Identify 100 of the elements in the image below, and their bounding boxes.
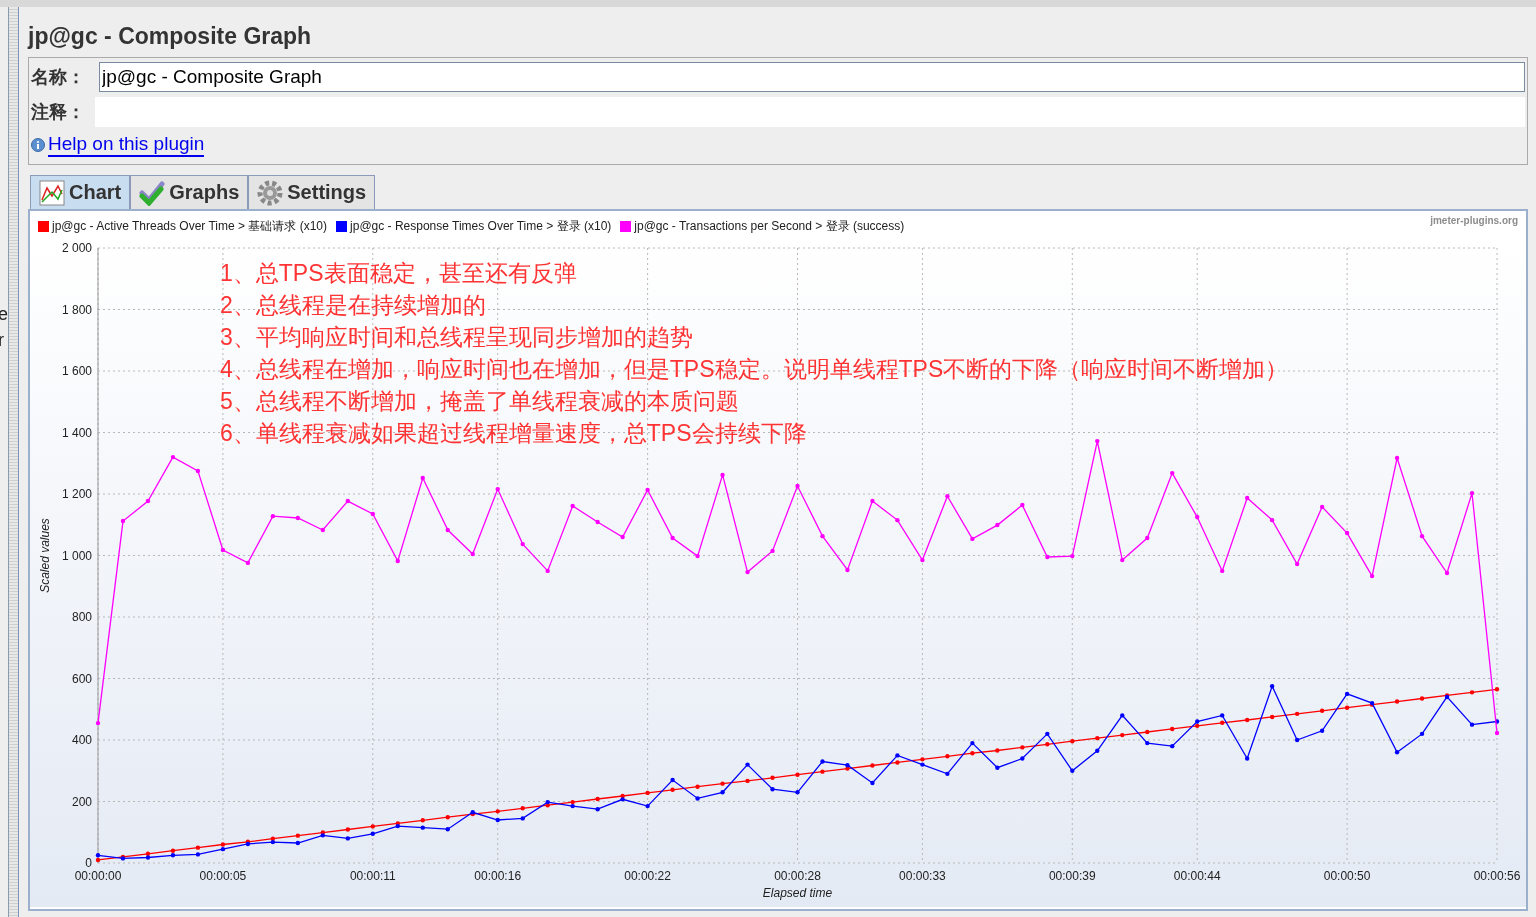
annotation-text: 3、平均响应时间和总线程呈现同步增加的趋势 xyxy=(220,323,693,352)
data-point xyxy=(1494,687,1500,692)
data-point xyxy=(670,777,675,783)
axis-title: Elapsed time xyxy=(762,886,833,900)
data-point xyxy=(795,790,800,795)
help-link[interactable]: Help on this plugin xyxy=(48,133,205,157)
data-point xyxy=(1070,553,1075,559)
data-point xyxy=(370,824,375,829)
data-point xyxy=(1020,502,1025,508)
data-point xyxy=(895,753,900,758)
axis-tick-label: 00:00:00 xyxy=(74,869,122,883)
axis-title: Scaled values xyxy=(38,518,52,593)
data-point xyxy=(1469,722,1475,727)
panel-title: jp@gc - Composite Graph xyxy=(28,23,313,51)
data-point xyxy=(1319,728,1325,733)
data-point xyxy=(1294,737,1300,743)
tab[interactable]: Chart xyxy=(30,175,131,209)
data-point xyxy=(1369,573,1375,579)
data-point xyxy=(345,498,350,504)
data-point xyxy=(1220,568,1225,574)
data-point xyxy=(445,826,450,832)
data-point xyxy=(1245,495,1250,501)
data-point xyxy=(495,809,500,814)
data-point xyxy=(720,472,725,478)
data-point xyxy=(1419,731,1425,737)
data-point xyxy=(445,815,450,820)
axis-tick-label: 00:00:44 xyxy=(1173,869,1221,883)
axis-tick-label: 00:00:11 xyxy=(349,869,396,883)
data-point xyxy=(1344,530,1350,536)
data-point xyxy=(1170,743,1175,749)
data-point xyxy=(345,836,350,841)
data-point xyxy=(795,483,800,489)
data-point xyxy=(945,754,950,759)
data-point xyxy=(1120,732,1125,738)
data-point xyxy=(420,818,425,823)
data-point xyxy=(495,817,500,823)
splitter-handle[interactable] xyxy=(9,7,19,917)
axis-tick-label: 800 xyxy=(71,610,92,624)
axis-tick-label: 00:00:39 xyxy=(1048,869,1096,883)
axis-tick-label: 1 200 xyxy=(61,487,92,501)
data-point xyxy=(1220,720,1225,725)
data-point xyxy=(1394,699,1400,704)
data-point xyxy=(520,806,525,811)
axis-tick-label: 00:00:50 xyxy=(1323,869,1371,883)
data-point xyxy=(295,833,301,838)
data-point xyxy=(820,759,825,764)
credit-text: jmeter-plugins.org xyxy=(1430,215,1518,226)
name-field[interactable]: jp@gc - Composite Graph xyxy=(99,61,1525,92)
data-point xyxy=(870,763,875,768)
chart-icon xyxy=(39,179,65,206)
data-point xyxy=(1294,561,1300,567)
data-point xyxy=(1245,756,1250,761)
data-point xyxy=(470,551,475,557)
data-point xyxy=(970,751,975,756)
axis-tick-label: 00:00:28 xyxy=(774,869,821,883)
data-point xyxy=(1469,690,1475,695)
data-point xyxy=(745,569,750,575)
data-point xyxy=(1070,739,1075,744)
data-point xyxy=(95,720,101,726)
data-point xyxy=(770,548,775,554)
data-point xyxy=(1070,768,1075,773)
data-point xyxy=(1095,438,1100,444)
tab[interactable]: Settings xyxy=(248,175,376,209)
axis-tick-label: 0 xyxy=(85,856,92,870)
data-point xyxy=(420,825,425,830)
data-point xyxy=(695,784,700,789)
data-point xyxy=(495,486,500,492)
data-point xyxy=(270,513,276,519)
data-point xyxy=(645,790,650,796)
data-point xyxy=(1020,756,1025,761)
data-point xyxy=(945,771,950,777)
data-point xyxy=(1469,490,1475,496)
annotation-text: 4、总线程在增加，响应时间也在增加，但是TPS稳定。说明单线程TPS不断的下降（响应时间不断增加） xyxy=(220,355,1289,384)
data-point xyxy=(1319,708,1325,713)
data-point xyxy=(1020,745,1025,750)
data-point xyxy=(1344,705,1350,710)
data-point xyxy=(145,498,151,504)
data-point xyxy=(1394,455,1400,461)
data-point xyxy=(420,475,425,481)
data-point xyxy=(295,840,301,846)
data-point xyxy=(1145,740,1150,746)
data-point xyxy=(1045,731,1050,737)
data-point xyxy=(595,796,600,802)
axis-tick-label: 200 xyxy=(71,794,92,809)
data-point xyxy=(1045,554,1050,560)
data-point xyxy=(595,519,600,525)
data-point xyxy=(1170,726,1175,732)
data-point xyxy=(570,503,575,509)
axis-tick-label: 1 600 xyxy=(61,364,92,378)
tab[interactable]: Graphs xyxy=(130,175,249,209)
data-point xyxy=(1145,729,1150,735)
data-point xyxy=(1220,713,1225,718)
data-point xyxy=(1444,570,1450,576)
info-icon xyxy=(31,138,45,152)
data-point xyxy=(845,567,850,573)
data-point xyxy=(220,547,226,553)
axis-tick-label: 1 400 xyxy=(61,425,92,440)
data-point xyxy=(1294,711,1300,717)
data-point xyxy=(245,560,251,566)
data-point xyxy=(670,535,675,541)
